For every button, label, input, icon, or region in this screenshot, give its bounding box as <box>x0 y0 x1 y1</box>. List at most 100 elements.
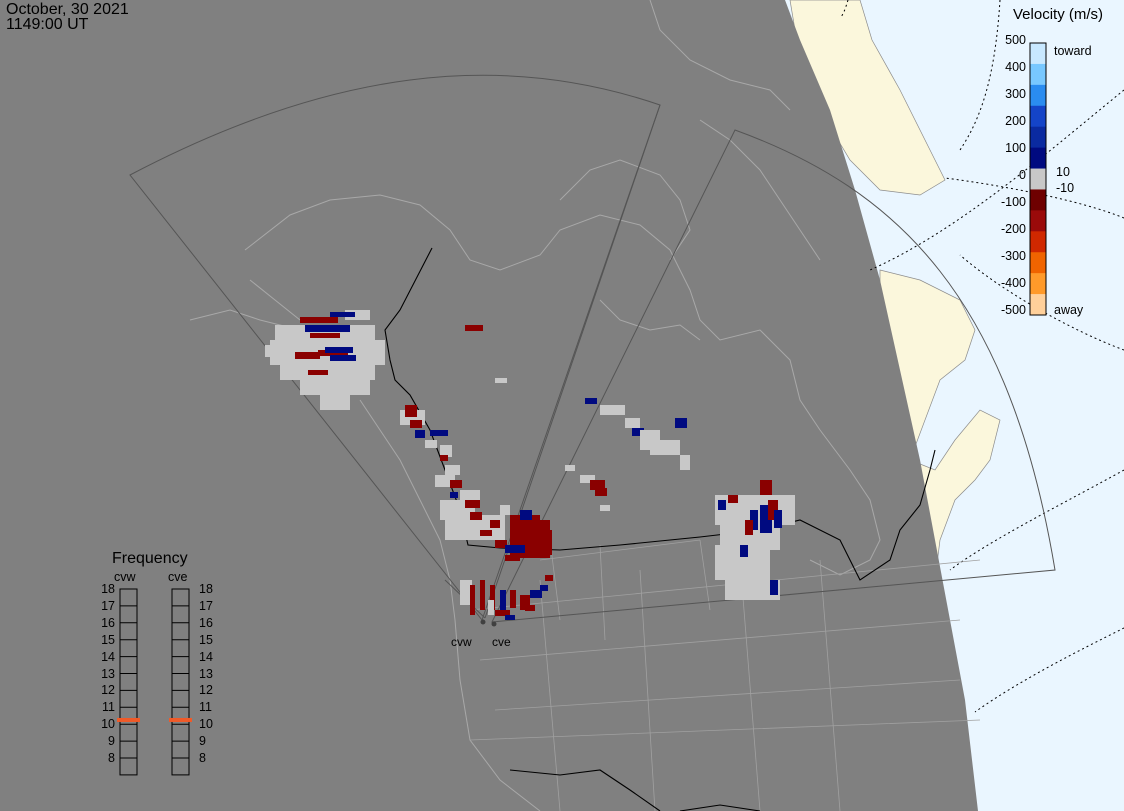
velocity-color-segment <box>1030 273 1046 295</box>
radar-site-marker <box>480 619 486 625</box>
scatter-cell <box>415 430 425 438</box>
frequency-indicator <box>117 717 140 722</box>
scatter-cell <box>465 500 480 508</box>
frequency-tick-label: 13 <box>199 666 213 681</box>
scatter-cell <box>300 375 370 395</box>
scatter-cell <box>745 520 753 535</box>
frequency-radar-label-cve: cve <box>168 570 188 584</box>
frequency-tick-label: 14 <box>101 649 115 664</box>
velocity-color-segment <box>1030 126 1046 149</box>
scatter-cell <box>540 585 548 591</box>
scatter-cell <box>520 510 532 520</box>
velocity-color-segment <box>1030 43 1046 65</box>
scatter-cell <box>425 440 437 448</box>
scatter-cell <box>532 530 552 555</box>
frequency-tick-label: 8 <box>199 751 206 765</box>
velocity-tick-label: 100 <box>1005 141 1026 155</box>
map-canvas <box>0 0 1124 811</box>
nightside-region <box>0 0 978 811</box>
velocity-tick-label: -500 <box>1000 303 1026 317</box>
scatter-cell <box>430 430 448 436</box>
scatter-cell <box>495 378 507 383</box>
near-zero-pos-label: 10 <box>1056 165 1070 179</box>
scatter-cell <box>595 488 607 496</box>
scatter-cell <box>305 325 350 332</box>
frequency-tick-label: 10 <box>101 717 115 732</box>
scatter-cell <box>770 580 778 595</box>
frequency-title: Frequency <box>112 550 188 567</box>
frequency-tick-label: 17 <box>199 598 213 613</box>
velocity-color-segment <box>1030 84 1046 107</box>
frequency-tick-label: 16 <box>199 615 213 630</box>
frequency-tick-label: 9 <box>108 734 115 749</box>
velocity-title: Velocity (m/s) <box>1013 6 1104 23</box>
scatter-cell <box>735 590 750 598</box>
scatter-cell <box>300 317 338 323</box>
radar-label-cve: cve <box>492 635 511 649</box>
frequency-tick-label: 12 <box>101 683 115 698</box>
scatter-cell <box>585 398 597 404</box>
scatter-cell <box>330 312 355 317</box>
velocity-tick-label: 300 <box>1005 87 1026 101</box>
frequency-tick-label: 15 <box>199 632 213 647</box>
scatter-cell <box>440 455 448 461</box>
radar-label-cvw: cvw <box>451 635 472 649</box>
scatter-cell <box>525 605 535 611</box>
velocity-color-segment <box>1030 168 1046 190</box>
velocity-tick-label: 400 <box>1005 60 1026 74</box>
scatter-cell <box>760 480 772 495</box>
velocity-color-segment <box>1030 294 1046 316</box>
scatter-cell <box>680 455 690 470</box>
velocity-tick-label: -300 <box>1000 249 1026 263</box>
scatter-cell <box>774 510 782 528</box>
velocity-colorbar <box>1030 43 1046 316</box>
scatter-cell <box>505 555 520 561</box>
near-zero-neg-label: -10 <box>1056 181 1075 195</box>
velocity-tick-label: -100 <box>1000 195 1026 209</box>
scatter-cell <box>480 530 492 536</box>
scatter-cell <box>545 575 553 581</box>
velocity-color-segment <box>1030 210 1046 232</box>
radar-site-marker <box>491 621 497 627</box>
frequency-tick-label: 18 <box>199 582 213 596</box>
velocity-tick-label: -200 <box>1000 222 1026 236</box>
scatter-cell <box>405 405 417 417</box>
velocity-color-segment <box>1030 63 1046 86</box>
scatter-cell <box>445 465 460 475</box>
frequency-tick-label: 14 <box>199 649 213 664</box>
scatter-cell <box>450 480 462 488</box>
scatter-cell <box>470 512 482 520</box>
velocity-tick-label: -400 <box>1000 276 1026 290</box>
scatter-cell <box>330 355 356 361</box>
scatter-cell <box>450 492 458 498</box>
scatter-cell <box>310 333 340 338</box>
scatter-cell <box>510 590 516 608</box>
scatter-cell <box>740 545 748 557</box>
scatter-cell <box>600 405 625 415</box>
map-time: 1149:00 UT <box>6 16 89 33</box>
velocity-color-segment <box>1030 147 1046 170</box>
velocity-tick-label: 200 <box>1005 114 1026 128</box>
scatter-cell <box>490 520 500 528</box>
velocity-color-segment <box>1030 189 1046 211</box>
frequency-tick-label: 9 <box>199 734 206 749</box>
scatter-cell <box>320 395 350 410</box>
scatter-cell <box>295 352 320 359</box>
scatter-cell <box>500 590 506 610</box>
scatter-cell <box>600 505 610 511</box>
frequency-tick-label: 12 <box>199 683 213 698</box>
velocity-color-segment <box>1030 105 1046 128</box>
velocity-color-segment <box>1030 231 1046 253</box>
frequency-tick-label: 8 <box>108 751 115 765</box>
frequency-tick-label: 11 <box>199 700 212 715</box>
scatter-cell <box>625 418 640 428</box>
frequency-tick-label: 13 <box>101 666 115 681</box>
velocity-tick-label: 500 <box>1005 33 1026 47</box>
frequency-radar-label-cvw: cvw <box>114 570 136 584</box>
scatter-cell <box>505 615 515 620</box>
scatter-cell <box>728 495 738 503</box>
away-label: away <box>1054 303 1084 317</box>
scatter-cell <box>265 345 285 357</box>
scatter-cell <box>325 347 353 353</box>
scatter-cell <box>410 420 422 428</box>
